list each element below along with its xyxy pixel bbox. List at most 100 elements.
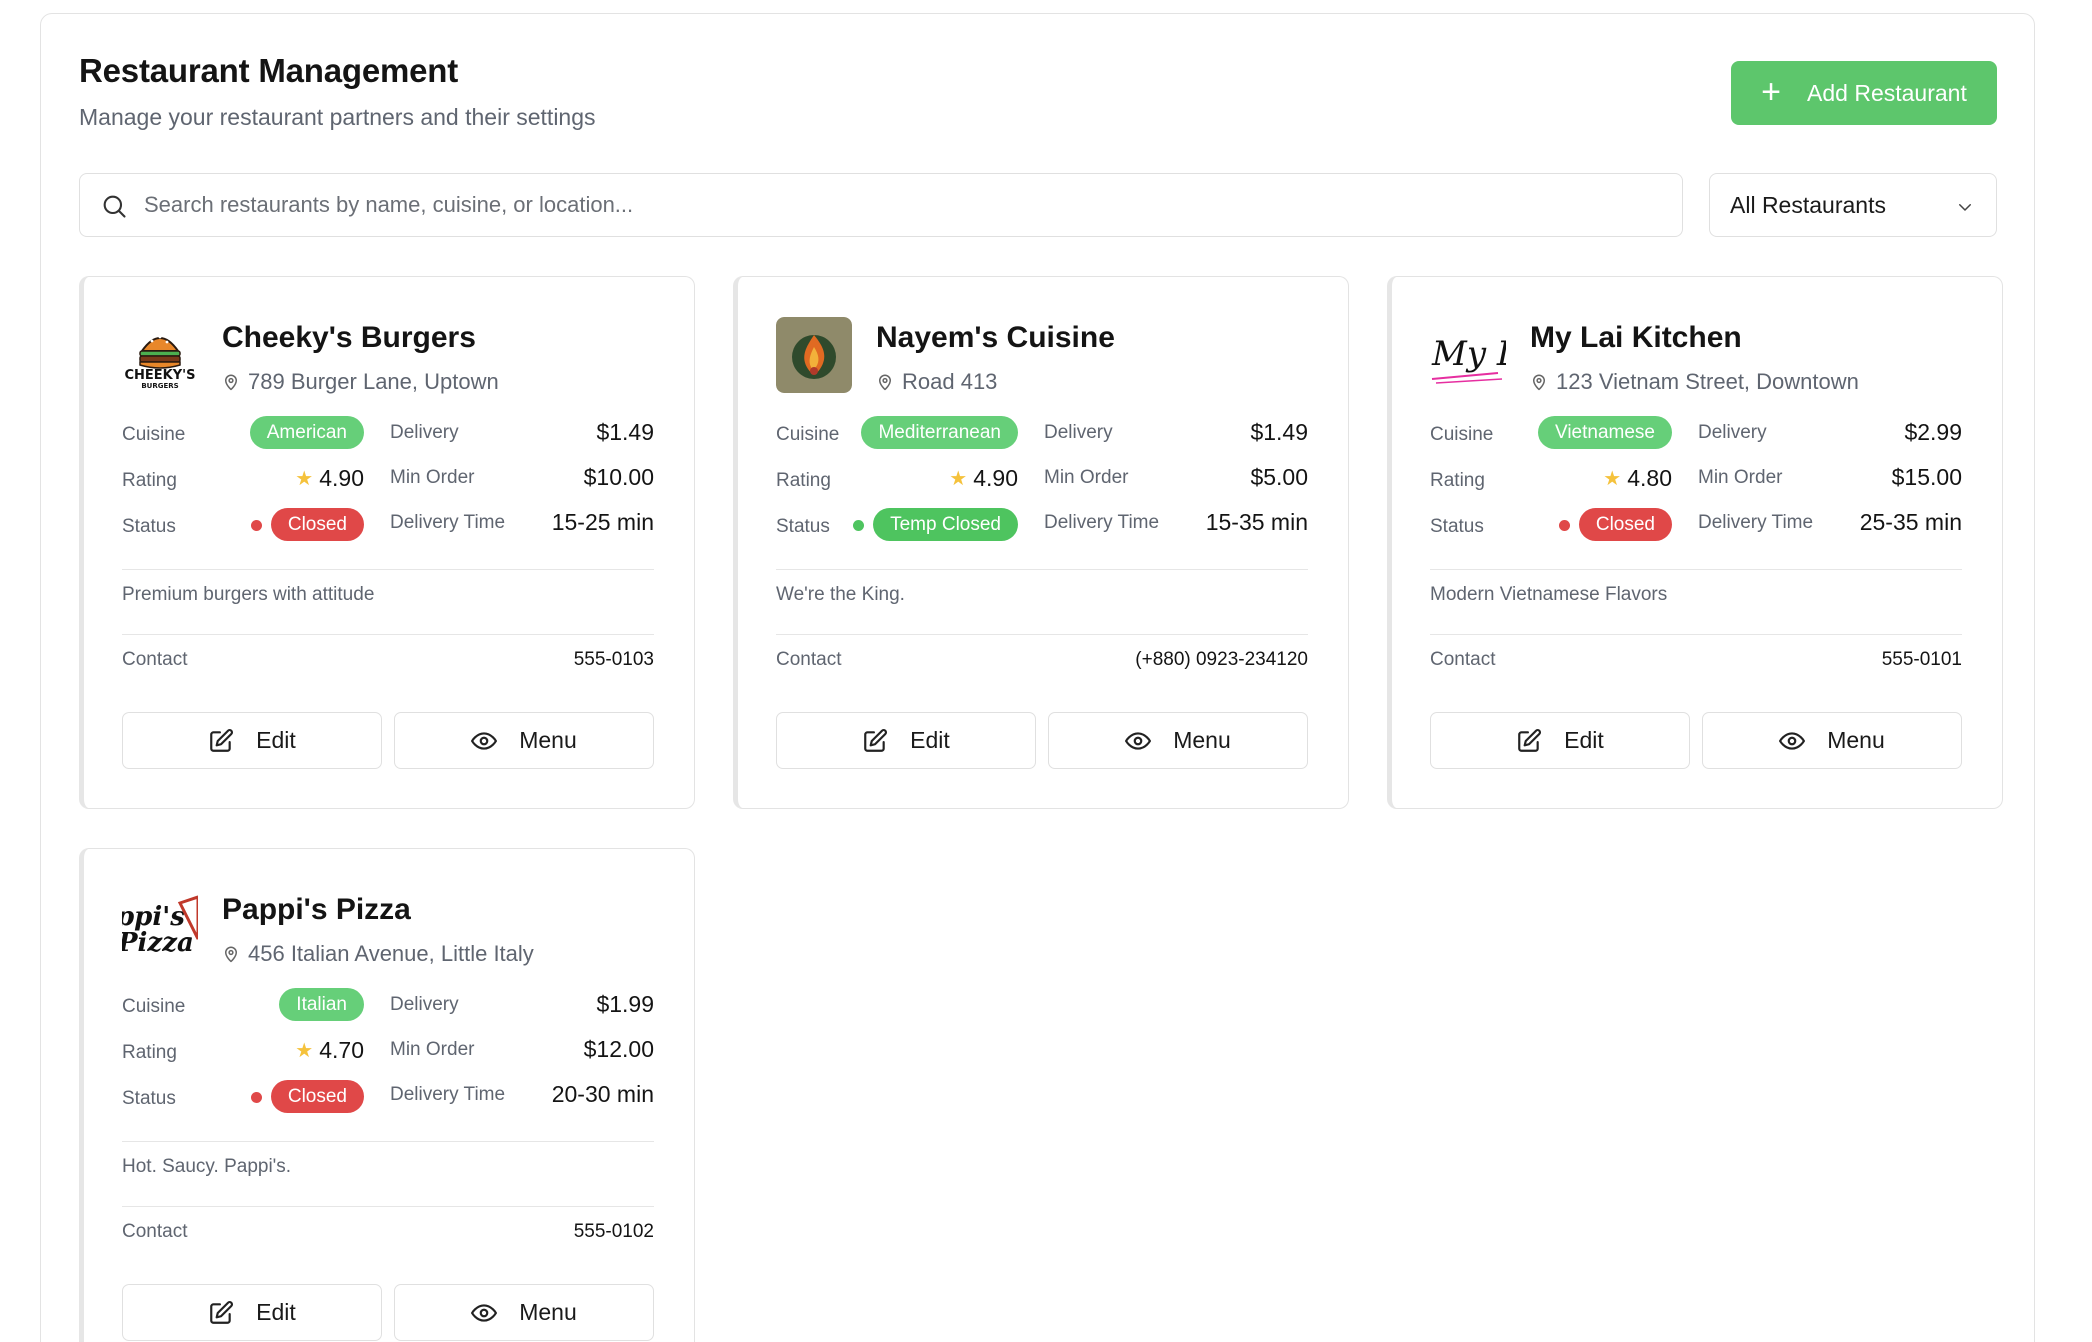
status-badge: Closed [1578, 508, 1672, 541]
status-badge: Closed [270, 508, 364, 541]
svg-text:My La: My La [1431, 334, 1506, 374]
divider [1430, 569, 1962, 570]
address-text: 789 Burger Lane, Uptown [248, 369, 499, 394]
min-order-label: Min Order [390, 1039, 475, 1060]
flame-logo [776, 317, 852, 393]
restaurant-card-2: Nayem's Cuisine Road 413 Cuisine Mediter… [733, 276, 1349, 809]
menu-label: Menu [519, 1299, 577, 1325]
restaurant-name: Nayem's Cuisine [876, 321, 1115, 354]
delivery-label: Delivery [390, 422, 459, 443]
delivery-time-value: 15-25 min [551, 509, 654, 535]
delivery-fee: $1.99 [596, 991, 654, 1017]
divider [122, 1206, 654, 1207]
delivery-time-value: 20-30 min [551, 1081, 654, 1107]
edit-icon [210, 728, 234, 752]
star-icon: ★ [295, 1040, 314, 1062]
divider [1430, 634, 1962, 635]
add-restaurant-label: Add Restaurant [1807, 79, 1967, 106]
status-dot [1558, 520, 1570, 531]
cuisine-label: Cuisine [1430, 424, 1494, 445]
rating-label: Rating [1430, 470, 1485, 491]
svg-text:BURGERS: BURGERS [141, 382, 178, 390]
svg-text:Pizza: Pizza [122, 928, 194, 958]
delivery-time-label: Delivery Time [390, 512, 506, 533]
min-order-label: Min Order [1044, 467, 1129, 488]
min-order-value: $15.00 [1891, 464, 1962, 490]
burger-logo: CHEEKY'S BURGERS [122, 317, 198, 393]
contact-value: 555-0102 [573, 1221, 654, 1242]
edit-button[interactable]: Edit [122, 1284, 382, 1341]
status-label: Status [122, 516, 176, 537]
edit-button[interactable]: Edit [122, 712, 382, 769]
delivery-label: Delivery [1698, 422, 1767, 443]
delivery-time-label: Delivery Time [1698, 512, 1814, 533]
delivery-fee: $1.49 [596, 419, 654, 445]
eye-icon [1125, 731, 1152, 750]
restaurant-card-3: My La My Lai Kitchen 123 Vietnam Street,… [1387, 276, 2003, 809]
star-icon: ★ [949, 468, 968, 490]
edit-icon [864, 728, 888, 752]
restaurant-description: Hot. Saucy. Pappi's. [122, 1156, 292, 1177]
cuisine-badge: American [249, 416, 364, 449]
star-icon: ★ [295, 468, 314, 490]
map-pin-icon [879, 374, 891, 391]
eye-icon [471, 731, 498, 750]
cuisine-badge: Mediterranean [861, 416, 1018, 449]
rating-label: Rating [122, 470, 177, 491]
eye-icon [471, 1303, 498, 1322]
restaurant-description: We're the King. [776, 584, 905, 605]
menu-button[interactable]: Menu [394, 712, 654, 769]
address-text: Road 413 [902, 369, 998, 394]
status-dot [250, 1092, 262, 1103]
page-subtitle: Manage your restaurant partners and thei… [79, 104, 596, 130]
delivery-time-value: 15-35 min [1205, 509, 1308, 535]
restaurant-filter-select[interactable]: All Restaurants [1709, 173, 1997, 237]
menu-button[interactable]: Menu [394, 1284, 654, 1341]
status-label: Status [776, 516, 830, 537]
search-input[interactable] [144, 174, 1664, 236]
cuisine-label: Cuisine [122, 424, 186, 445]
rating-label: Rating [122, 1042, 177, 1063]
svg-text:CHEEKY'S: CHEEKY'S [124, 368, 195, 383]
menu-label: Menu [1827, 727, 1885, 753]
add-restaurant-button[interactable]: + Add Restaurant [1731, 61, 1997, 125]
star-icon: ★ [1603, 468, 1622, 490]
delivery-fee: $1.49 [1250, 419, 1308, 445]
edit-label: Edit [256, 1299, 296, 1325]
min-order-label: Min Order [1698, 467, 1783, 488]
restaurant-name: My Lai Kitchen [1530, 321, 1742, 354]
address-text: 456 Italian Avenue, Little Italy [248, 941, 534, 966]
edit-button[interactable]: Edit [1430, 712, 1690, 769]
restaurant-name: Cheeky's Burgers [222, 321, 476, 354]
contact-label: Contact [1430, 649, 1496, 670]
map-pin-icon [1533, 374, 1545, 391]
chevron-down-icon [1959, 204, 1971, 211]
contact-value: 555-0101 [1881, 649, 1962, 670]
menu-button[interactable]: Menu [1048, 712, 1308, 769]
restaurant-description: Premium burgers with attitude [122, 584, 375, 605]
map-pin-icon [225, 374, 237, 391]
menu-button[interactable]: Menu [1702, 712, 1962, 769]
min-order-value: $10.00 [583, 464, 654, 490]
status-label: Status [1430, 516, 1484, 537]
delivery-time-label: Delivery Time [1044, 512, 1160, 533]
edit-button[interactable]: Edit [776, 712, 1036, 769]
cuisine-label: Cuisine [122, 996, 186, 1017]
min-order-label: Min Order [390, 467, 475, 488]
delivery-label: Delivery [1044, 422, 1113, 443]
restaurant-card-1: CHEEKY'S BURGERS Cheeky's Burgers 789 Bu… [79, 276, 695, 809]
min-order-value: $5.00 [1250, 464, 1308, 490]
divider [776, 634, 1308, 635]
min-order-value: $12.00 [583, 1036, 654, 1062]
restaurant-description: Modern Vietnamese Flavors [1430, 584, 1668, 605]
restaurant-address: 789 Burger Lane, Uptown [222, 369, 499, 395]
restaurant-address: 123 Vietnam Street, Downtown [1530, 369, 1859, 395]
delivery-time-label: Delivery Time [390, 1084, 506, 1105]
eye-icon [1779, 731, 1806, 750]
rating-label: Rating [776, 470, 831, 491]
pizza-logo: ppi's Pizza [122, 889, 198, 965]
contact-value: (+880) 0923-234120 [1135, 649, 1308, 670]
search-icon [103, 195, 126, 218]
edit-label: Edit [910, 727, 950, 753]
page-title: Restaurant Management [79, 52, 459, 89]
